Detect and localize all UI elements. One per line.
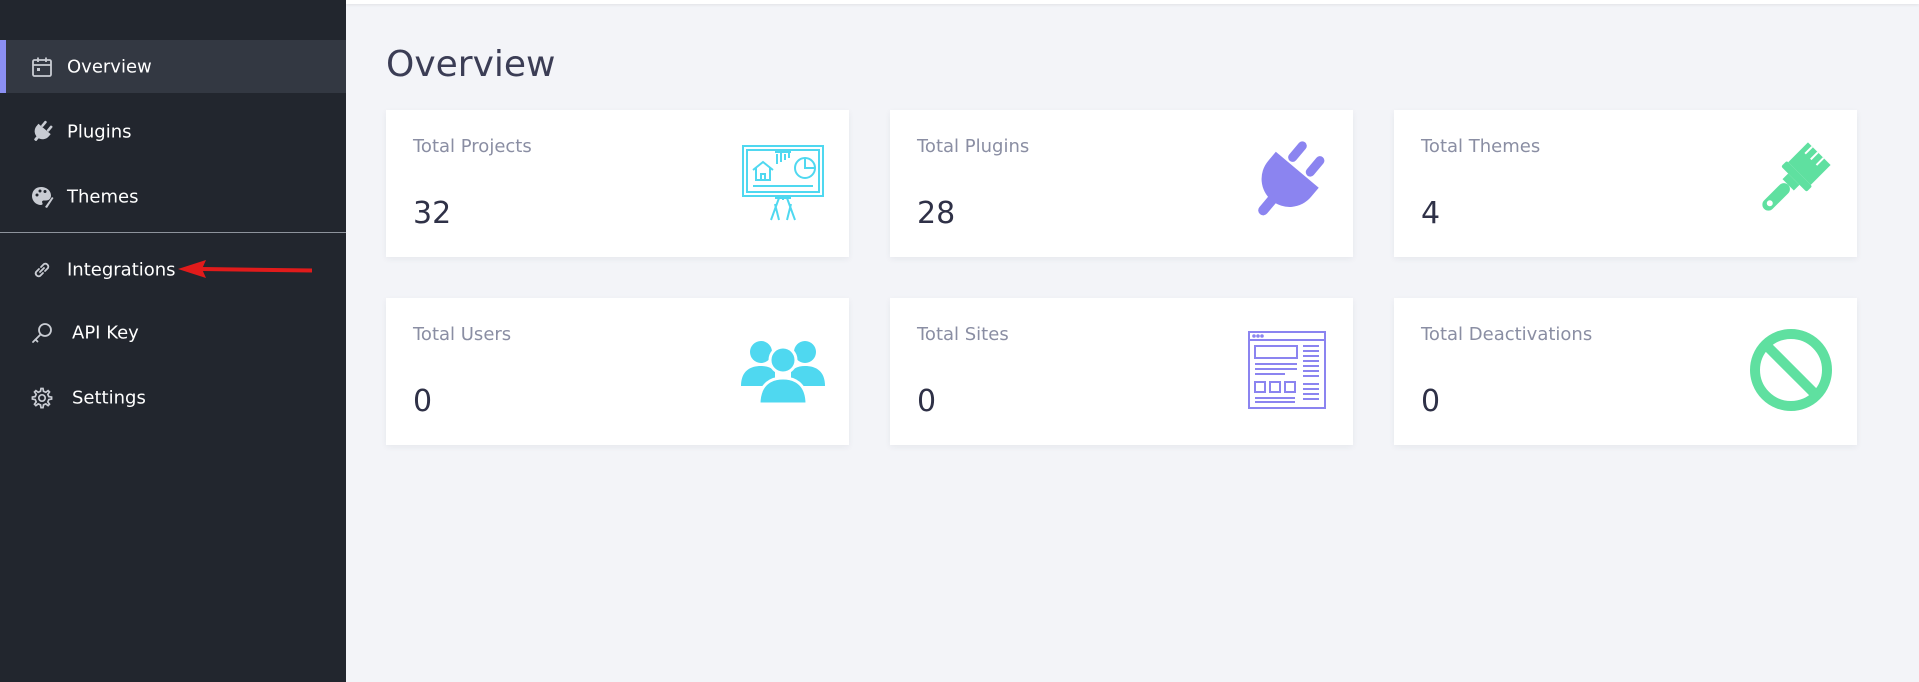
link-icon	[30, 258, 54, 282]
card-value: 0	[1421, 384, 1441, 419]
sidebar-item-label: Settings	[72, 387, 146, 408]
stat-card-total-deactivations: Total Deactivations 0	[1394, 298, 1857, 445]
ban-icon	[1749, 328, 1833, 412]
palette-icon	[30, 185, 54, 209]
gear-icon	[30, 386, 54, 410]
stat-card-total-themes: Total Themes 4	[1394, 110, 1857, 257]
users-icon	[741, 328, 825, 412]
card-value: 0	[917, 384, 937, 419]
presentation-board-icon	[741, 140, 825, 224]
card-label: Total Users	[413, 324, 512, 345]
key-icon	[30, 321, 54, 345]
card-label: Total Sites	[917, 324, 1009, 345]
card-value: 4	[1421, 196, 1441, 231]
website-layout-icon	[1245, 328, 1329, 412]
sidebar-item-label: Overview	[67, 56, 152, 77]
sidebar-item-themes[interactable]: Themes	[0, 170, 346, 223]
plug-icon	[1245, 140, 1329, 224]
card-value: 32	[413, 196, 452, 231]
sidebar-item-overview[interactable]: Overview	[0, 40, 346, 93]
stat-card-total-projects: Total Projects 32	[386, 110, 849, 257]
sidebar-item-label: API Key	[72, 322, 139, 343]
top-bar	[346, 0, 1919, 4]
sidebar: Overview Plugins Themes Integrations API…	[0, 0, 346, 682]
card-label: Total Projects	[413, 136, 532, 157]
card-value: 28	[917, 196, 956, 231]
plug-icon	[30, 120, 54, 144]
card-label: Total Plugins	[917, 136, 1030, 157]
sidebar-divider	[0, 232, 346, 233]
page-title: Overview	[386, 44, 556, 85]
sidebar-item-label: Integrations	[67, 259, 176, 280]
card-label: Total Deactivations	[1421, 324, 1593, 345]
sidebar-item-label: Plugins	[67, 121, 132, 142]
stat-card-total-plugins: Total Plugins 28	[890, 110, 1353, 257]
card-label: Total Themes	[1421, 136, 1541, 157]
annotation-arrow-icon	[178, 260, 312, 278]
calendar-icon	[30, 55, 54, 79]
sidebar-item-label: Themes	[67, 186, 139, 207]
card-value: 0	[413, 384, 433, 419]
stat-card-total-sites: Total Sites 0	[890, 298, 1353, 445]
sidebar-item-settings[interactable]: Settings	[0, 371, 346, 424]
stat-card-total-users: Total Users 0	[386, 298, 849, 445]
sidebar-item-plugins[interactable]: Plugins	[0, 105, 346, 158]
sidebar-item-api-key[interactable]: API Key	[0, 306, 346, 359]
paint-brush-icon	[1749, 140, 1833, 224]
